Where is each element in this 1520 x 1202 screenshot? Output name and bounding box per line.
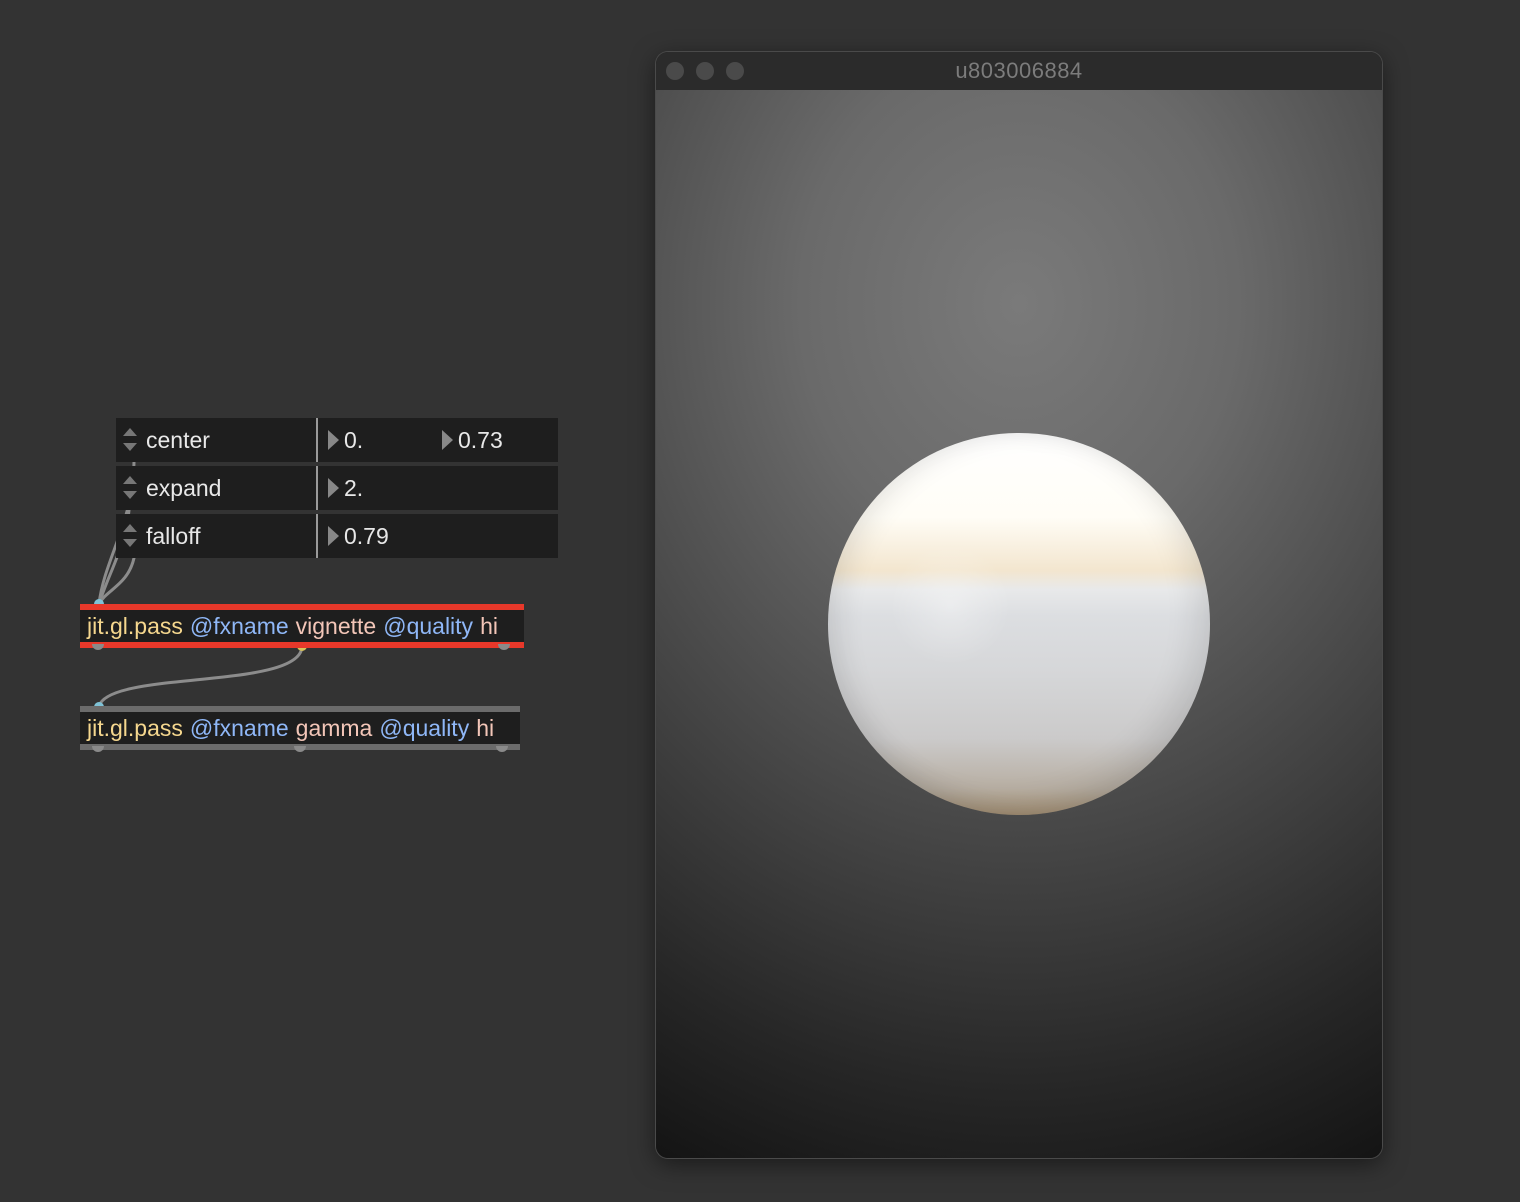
triangle-icon xyxy=(328,430,339,450)
object-class-text: jit.gl.pass xyxy=(87,612,183,639)
render-window[interactable]: u803006884 xyxy=(656,52,1382,1158)
attr-value-text: 0.73 xyxy=(458,426,503,453)
outlet-port[interactable] xyxy=(92,644,104,650)
outlet-port[interactable] xyxy=(294,746,306,752)
attr-name-label: expand xyxy=(146,474,222,501)
rendered-sphere xyxy=(828,433,1210,815)
attr-value-field[interactable]: 0. xyxy=(318,427,363,454)
outlet-port[interactable] xyxy=(92,746,104,752)
object-attr-text: @quality xyxy=(379,714,470,741)
attr-value-text: 0.79 xyxy=(344,522,389,549)
attr-name-label: falloff xyxy=(146,522,201,549)
cord-vignette-to-gamma xyxy=(97,644,304,708)
attr-value-text: 0. xyxy=(344,426,364,453)
object-value-text: hi xyxy=(480,612,498,639)
zoom-icon[interactable] xyxy=(726,62,744,80)
traffic-lights xyxy=(666,62,744,80)
attr-value-field[interactable]: 0.79 xyxy=(318,523,389,550)
patcher-canvas[interactable]: center 0. 0.73 expand 2. falloff 0.79 ji… xyxy=(0,0,1520,1202)
attr-name-label: center xyxy=(146,426,210,453)
cord-falloff-to-vignette xyxy=(97,556,136,606)
close-icon[interactable] xyxy=(666,62,684,80)
window-titlebar[interactable]: u803006884 xyxy=(656,52,1382,91)
attr-value-field[interactable]: 2. xyxy=(318,475,363,502)
object-attr-text: @fxname xyxy=(189,612,289,639)
object-value-text: gamma xyxy=(295,714,373,741)
attrui-falloff[interactable]: falloff 0.79 xyxy=(116,514,558,558)
outlet-port[interactable] xyxy=(498,644,510,650)
attrui-expand[interactable]: expand 2. xyxy=(116,466,558,510)
window-title: u803006884 xyxy=(955,58,1083,83)
attr-value-text: 2. xyxy=(344,474,364,501)
object-value-text: hi xyxy=(476,714,495,741)
triangle-icon xyxy=(328,526,339,546)
gl-viewport[interactable] xyxy=(656,90,1382,1158)
attr-value-field-2[interactable]: 0.73 xyxy=(442,427,503,454)
object-jit-gl-pass-vignette[interactable]: jit.gl.pass @fxname vignette @quality hi xyxy=(80,604,524,648)
attr-stepper-icon[interactable] xyxy=(116,418,144,462)
triangle-icon xyxy=(328,478,339,498)
minimize-icon[interactable] xyxy=(696,62,714,80)
object-attr-text: @quality xyxy=(383,612,474,639)
outlet-port[interactable] xyxy=(496,746,508,752)
attrui-center[interactable]: center 0. 0.73 xyxy=(116,418,558,462)
object-jit-gl-pass-gamma[interactable]: jit.gl.pass @fxname gamma @quality hi xyxy=(80,706,520,750)
object-value-text: vignette xyxy=(295,612,377,639)
triangle-icon xyxy=(442,430,453,450)
object-attr-text: @fxname xyxy=(189,714,289,741)
attr-stepper-icon[interactable] xyxy=(116,514,144,558)
attr-stepper-icon[interactable] xyxy=(116,466,144,510)
object-class-text: jit.gl.pass xyxy=(87,714,183,741)
